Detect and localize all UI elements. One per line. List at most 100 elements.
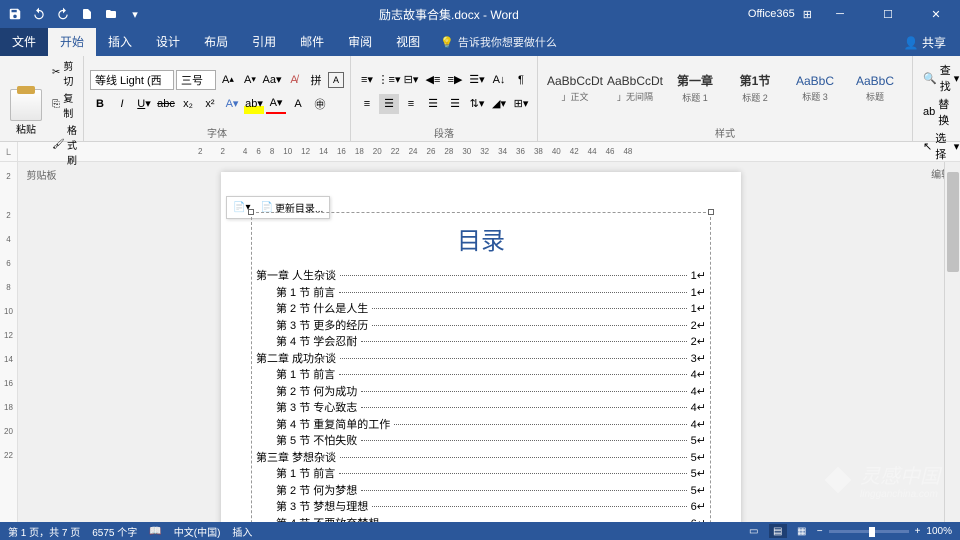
minimize-button[interactable]: ─	[820, 0, 860, 28]
account-icon[interactable]: ⊞	[803, 8, 812, 21]
phonetic-button[interactable]: 拼	[306, 70, 326, 90]
zoom-slider[interactable]	[829, 530, 909, 533]
status-page[interactable]: 第 1 页，共 7 页	[8, 524, 80, 539]
font-color-button[interactable]: A▾	[266, 94, 286, 114]
vertical-scrollbar[interactable]	[944, 162, 960, 522]
redo-icon[interactable]	[52, 3, 74, 25]
toc-entry[interactable]: 第 1 节 前言4↵	[256, 367, 706, 384]
toc-entry[interactable]: 第 3 节 专心致志4↵	[256, 400, 706, 417]
borders-button[interactable]: ⊞▾	[511, 94, 531, 114]
tab-layout[interactable]: 布局	[192, 28, 240, 56]
subscript-button[interactable]: x₂	[178, 94, 198, 114]
toc-entry[interactable]: 第三章 梦想杂谈5↵	[256, 450, 706, 467]
tab-references[interactable]: 引用	[240, 28, 288, 56]
text-effects-button[interactable]: A▾	[222, 94, 242, 114]
style-item[interactable]: AaBbCcDt」无间隔	[606, 60, 664, 116]
char-border-button[interactable]: A	[328, 72, 344, 88]
view-web-button[interactable]: ▦	[793, 524, 811, 538]
replace-button[interactable]: ab替换	[923, 96, 959, 128]
multilevel-button[interactable]: ⊟▾	[401, 70, 421, 90]
status-words[interactable]: 6575 个字	[92, 524, 137, 539]
view-read-button[interactable]: ▭	[745, 524, 763, 538]
vertical-ruler[interactable]: 2246810121416182022	[0, 162, 18, 522]
strike-button[interactable]: abc	[156, 94, 176, 114]
toc-entry[interactable]: 第 4 节 重复简单的工作4↵	[256, 417, 706, 434]
font-name-combo[interactable]: 等线 Light (西	[90, 70, 174, 90]
font-size-combo[interactable]: 三号	[176, 70, 216, 90]
tab-insert[interactable]: 插入	[96, 28, 144, 56]
tab-review[interactable]: 审阅	[336, 28, 384, 56]
change-case-button[interactable]: Aa▾	[262, 70, 282, 90]
shading-button[interactable]: ◢▾	[489, 94, 509, 114]
tab-view[interactable]: 视图	[384, 28, 432, 56]
tab-home[interactable]: 开始	[48, 28, 96, 56]
share-button[interactable]: 👤 共享	[890, 34, 960, 51]
styles-gallery[interactable]: AaBbCcDt」正文AaBbCcDt」无间隔第一章标题 1第1节标题 2AaB…	[544, 58, 906, 125]
toc-entry[interactable]: 第 2 节 什么是人生1↵	[256, 301, 706, 318]
bold-button[interactable]: B	[90, 94, 110, 114]
toc-entry[interactable]: 第二章 成功杂谈3↵	[256, 351, 706, 368]
save-icon[interactable]	[4, 3, 26, 25]
copy-button[interactable]: ⎘复制	[52, 90, 77, 120]
style-item[interactable]: AaBbC标题 3	[786, 60, 844, 116]
increase-font-button[interactable]: A▴	[218, 70, 238, 90]
status-lang[interactable]: 中文(中国)	[174, 524, 221, 539]
tab-file[interactable]: 文件	[0, 28, 48, 56]
increase-indent-button[interactable]: ≡▶	[445, 70, 465, 90]
enclose-button[interactable]: ㊥	[310, 94, 330, 114]
scroll-thumb[interactable]	[947, 172, 959, 272]
new-icon[interactable]	[76, 3, 98, 25]
toc-entry[interactable]: 第一章 人生杂谈1↵	[256, 268, 706, 285]
italic-button[interactable]: I	[112, 94, 132, 114]
highlight-button[interactable]: ab▾	[244, 94, 264, 114]
toc-entry[interactable]: 第 5 节 不怕失败5↵	[256, 433, 706, 450]
tab-design[interactable]: 设计	[144, 28, 192, 56]
sort-button[interactable]: A↓	[489, 70, 509, 90]
style-item[interactable]: AaBbCcDt」正文	[546, 60, 604, 116]
status-mode[interactable]: 插入	[232, 524, 252, 539]
line-spacing-button[interactable]: ⇅▾	[467, 94, 487, 114]
superscript-button[interactable]: x²	[200, 94, 220, 114]
align-right-button[interactable]: ≡	[401, 94, 421, 114]
toc-entry[interactable]: 第 4 节 不要放弃梦想6↵	[256, 516, 706, 523]
decrease-font-button[interactable]: A▾	[240, 70, 260, 90]
bullets-button[interactable]: ≡▾	[357, 70, 377, 90]
underline-button[interactable]: U▾	[134, 94, 154, 114]
zoom-in-button[interactable]: +	[915, 526, 921, 537]
toc-entry[interactable]: 第 1 节 前言5↵	[256, 466, 706, 483]
view-print-button[interactable]: ▤	[769, 524, 787, 538]
numbering-button[interactable]: ⋮≡▾	[379, 70, 399, 90]
qat-dropdown-icon[interactable]: ▾	[124, 3, 146, 25]
toc-entry[interactable]: 第 2 节 何为梦想5↵	[256, 483, 706, 500]
status-spell-icon[interactable]: 📖	[149, 526, 161, 537]
asian-layout-button[interactable]: ☰▾	[467, 70, 487, 90]
close-button[interactable]: ✕	[916, 0, 956, 28]
zoom-value[interactable]: 100%	[926, 526, 952, 537]
tell-me-search[interactable]: 💡 告诉我你想要做什么	[440, 34, 557, 50]
show-marks-button[interactable]: ¶	[511, 70, 531, 90]
align-left-button[interactable]: ≡	[357, 94, 377, 114]
distribute-button[interactable]: ☰	[445, 94, 465, 114]
tab-mail[interactable]: 邮件	[288, 28, 336, 56]
open-icon[interactable]	[100, 3, 122, 25]
toc-entry[interactable]: 第 3 节 梦想与理想6↵	[256, 499, 706, 516]
undo-icon[interactable]	[28, 3, 50, 25]
style-item[interactable]: 第一章标题 1	[666, 60, 724, 116]
clear-format-button[interactable]: A̸	[284, 70, 304, 90]
style-item[interactable]: 第1节标题 2	[726, 60, 784, 116]
zoom-out-button[interactable]: −	[817, 526, 823, 537]
char-shading-button[interactable]: A	[288, 94, 308, 114]
toc-entry[interactable]: 第 4 节 学会忍耐2↵	[256, 334, 706, 351]
style-item[interactable]: AaBbC标题	[846, 60, 904, 116]
decrease-indent-button[interactable]: ◀≡	[423, 70, 443, 90]
cut-button[interactable]: ✂剪切	[52, 58, 77, 88]
justify-button[interactable]: ☰	[423, 94, 443, 114]
toc-entry[interactable]: 第 3 节 更多的经历2↵	[256, 318, 706, 335]
paste-button[interactable]: 粘贴	[6, 85, 46, 140]
find-button[interactable]: 🔍查找▾	[923, 62, 959, 94]
horizontal-ruler[interactable]: 2246810121416182022242628303234363840424…	[18, 142, 960, 161]
maximize-button[interactable]: ☐	[868, 0, 908, 28]
document-scroll[interactable]: 📄▾ 📄更新目录... 目录 第一章 人生杂谈1↵第 1 节 前言1↵第 2 节…	[18, 162, 944, 522]
toc-frame[interactable]: 目录 第一章 人生杂谈1↵第 1 节 前言1↵第 2 节 什么是人生1↵第 3 …	[251, 212, 711, 522]
toc-entry[interactable]: 第 1 节 前言1↵	[256, 285, 706, 302]
